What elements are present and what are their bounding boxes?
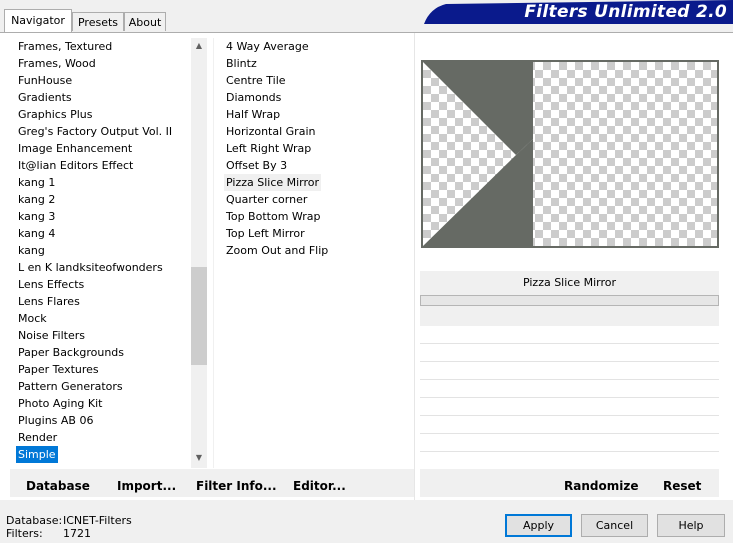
category-item[interactable]: Image Enhancement xyxy=(16,140,134,157)
app-title-banner: Filters Unlimited 2.0 xyxy=(424,0,733,24)
filter-item[interactable]: Offset By 3 xyxy=(224,157,289,174)
category-item[interactable]: FunHouse xyxy=(16,72,74,89)
category-list: Frames, Textured Frames, Wood FunHouse Grad… xyxy=(14,38,191,468)
param-row xyxy=(420,379,719,380)
param-row xyxy=(420,361,719,362)
filter-item[interactable]: Left Right Wrap xyxy=(224,140,313,157)
footer-database-value: ICNET-Filters xyxy=(63,514,132,527)
param-row xyxy=(420,451,719,452)
category-item[interactable]: Lens Effects xyxy=(16,276,86,293)
footer-filters-label: Filters: xyxy=(6,527,43,540)
category-item[interactable]: kang 1 xyxy=(16,174,57,191)
footer-database-label: Database: xyxy=(6,514,63,527)
scrollbar-thumb[interactable] xyxy=(191,267,207,365)
left-button-row: Database Import... Filter Info... Editor… xyxy=(10,469,414,497)
filter-item[interactable]: Quarter corner xyxy=(224,191,309,208)
cancel-button[interactable]: Cancel xyxy=(581,514,648,537)
filter-name-label: Pizza Slice Mirror xyxy=(420,271,719,295)
filter-list: 4 Way Average Blintz Centre Tile Diamonds Ha… xyxy=(222,38,412,468)
param-row xyxy=(420,415,719,416)
reset-button[interactable]: Reset xyxy=(663,478,701,494)
param-row xyxy=(420,343,719,344)
filter-item[interactable]: Horizontal Grain xyxy=(224,123,317,140)
help-button[interactable]: Help xyxy=(657,514,725,537)
category-item[interactable]: kang 4 xyxy=(16,225,57,242)
filter-item[interactable]: Pizza Slice Mirror xyxy=(224,174,322,191)
scroll-up-icon[interactable]: ▲ xyxy=(191,38,207,54)
param-area xyxy=(420,306,719,326)
filter-item[interactable]: Top Left Mirror xyxy=(224,225,307,242)
filter-item[interactable]: Centre Tile xyxy=(224,72,288,89)
filter-item[interactable]: Half Wrap xyxy=(224,106,282,123)
category-item[interactable]: Lens Flares xyxy=(16,293,82,310)
category-item[interactable]: Greg's Factory Output Vol. II xyxy=(16,123,174,140)
filter-item[interactable]: Diamonds xyxy=(224,89,283,106)
tab-about[interactable]: About xyxy=(124,12,166,31)
category-scrollbar[interactable]: ▲ ▼ xyxy=(191,38,207,468)
category-item[interactable]: Paper Backgrounds xyxy=(16,344,126,361)
apply-button[interactable]: Apply xyxy=(505,514,572,537)
footer-filters-value: 1721 xyxy=(63,527,91,540)
category-item[interactable]: Photo Aging Kit xyxy=(16,395,104,412)
editor-button[interactable]: Editor... xyxy=(293,478,346,494)
randomize-button[interactable]: Randomize xyxy=(564,478,638,494)
category-item[interactable]: Gradients xyxy=(16,89,74,106)
category-item[interactable]: It@lian Editors Effect xyxy=(16,157,135,174)
category-item[interactable]: kang 3 xyxy=(16,208,57,225)
tab-presets[interactable]: Presets xyxy=(72,12,124,31)
import-button[interactable]: Import... xyxy=(117,478,176,494)
category-item[interactable]: kang xyxy=(16,242,47,259)
param-row xyxy=(420,397,719,398)
filter-item[interactable]: 4 Way Average xyxy=(224,38,311,55)
preview-image xyxy=(421,60,719,248)
filter-item[interactable]: Blintz xyxy=(224,55,259,72)
panel-divider xyxy=(414,33,415,500)
filter-info-button[interactable]: Filter Info... xyxy=(196,478,277,494)
category-item[interactable]: L en K landksiteofwonders xyxy=(16,259,165,276)
filter-item[interactable]: Top Bottom Wrap xyxy=(224,208,323,225)
tab-navigator[interactable]: Navigator xyxy=(4,9,72,32)
database-button[interactable]: Database xyxy=(26,478,90,494)
progress-bar xyxy=(420,295,719,306)
category-item[interactable]: Simple xyxy=(16,446,58,463)
category-item[interactable]: kang 2 xyxy=(16,191,57,208)
category-item[interactable]: Graphics Plus xyxy=(16,106,94,123)
app-title: Filters Unlimited 2.0 xyxy=(524,2,727,22)
category-item[interactable]: Mock xyxy=(16,310,49,327)
list-divider xyxy=(213,38,214,468)
scroll-down-icon[interactable]: ▼ xyxy=(191,450,207,466)
category-item[interactable]: Plugins AB 06 xyxy=(16,412,95,429)
param-row xyxy=(420,433,719,434)
category-item[interactable]: Noise Filters xyxy=(16,327,87,344)
category-item[interactable]: Pattern Generators xyxy=(16,378,125,395)
category-item[interactable]: Frames, Textured xyxy=(16,38,114,55)
category-item[interactable]: Frames, Wood xyxy=(16,55,98,72)
filter-item[interactable]: Zoom Out and Flip xyxy=(224,242,330,259)
preview-shape xyxy=(423,62,533,246)
right-button-row: Randomize Reset xyxy=(420,469,719,497)
category-item[interactable]: Render xyxy=(16,429,59,446)
category-item[interactable]: Paper Textures xyxy=(16,361,101,378)
